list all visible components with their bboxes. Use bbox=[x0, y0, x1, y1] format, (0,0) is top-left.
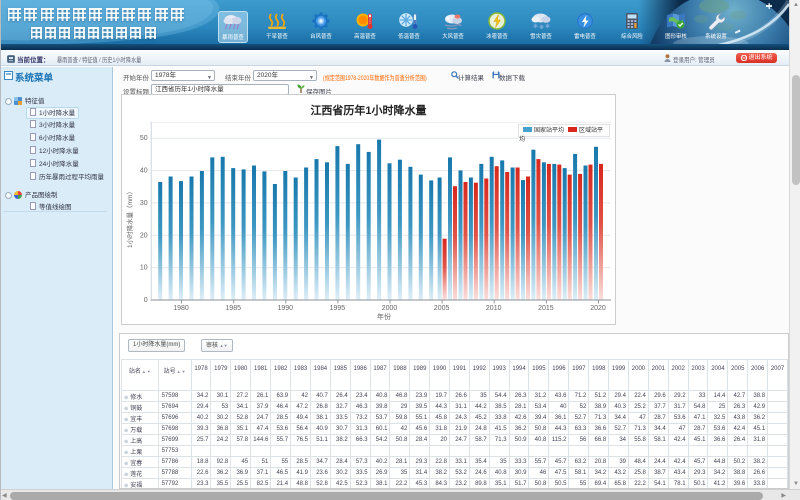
svg-text:❄: ❄ bbox=[539, 24, 544, 30]
svg-text:0: 0 bbox=[144, 297, 148, 304]
svg-text:1985: 1985 bbox=[225, 305, 241, 312]
svg-text:❄: ❄ bbox=[533, 23, 538, 30]
svg-text:2015: 2015 bbox=[538, 305, 554, 312]
svg-text:10: 10 bbox=[140, 265, 148, 272]
svg-text:50: 50 bbox=[140, 135, 148, 142]
svg-text:20: 20 bbox=[140, 232, 148, 239]
svg-text:2020: 2020 bbox=[590, 305, 606, 312]
svg-text:1995: 1995 bbox=[330, 305, 346, 312]
svg-text:1小时降水量（mm）: 1小时降水量（mm） bbox=[125, 188, 134, 248]
svg-text:2005: 2005 bbox=[434, 305, 450, 312]
svg-text:2010: 2010 bbox=[486, 305, 502, 312]
svg-text:年份: 年份 bbox=[377, 312, 391, 321]
svg-text:❄: ❄ bbox=[545, 23, 550, 30]
svg-text:30: 30 bbox=[140, 200, 148, 207]
svg-text:40: 40 bbox=[140, 168, 148, 175]
svg-text:2000: 2000 bbox=[382, 305, 398, 312]
svg-text:1980: 1980 bbox=[173, 305, 189, 312]
svg-text:1990: 1990 bbox=[278, 305, 294, 312]
